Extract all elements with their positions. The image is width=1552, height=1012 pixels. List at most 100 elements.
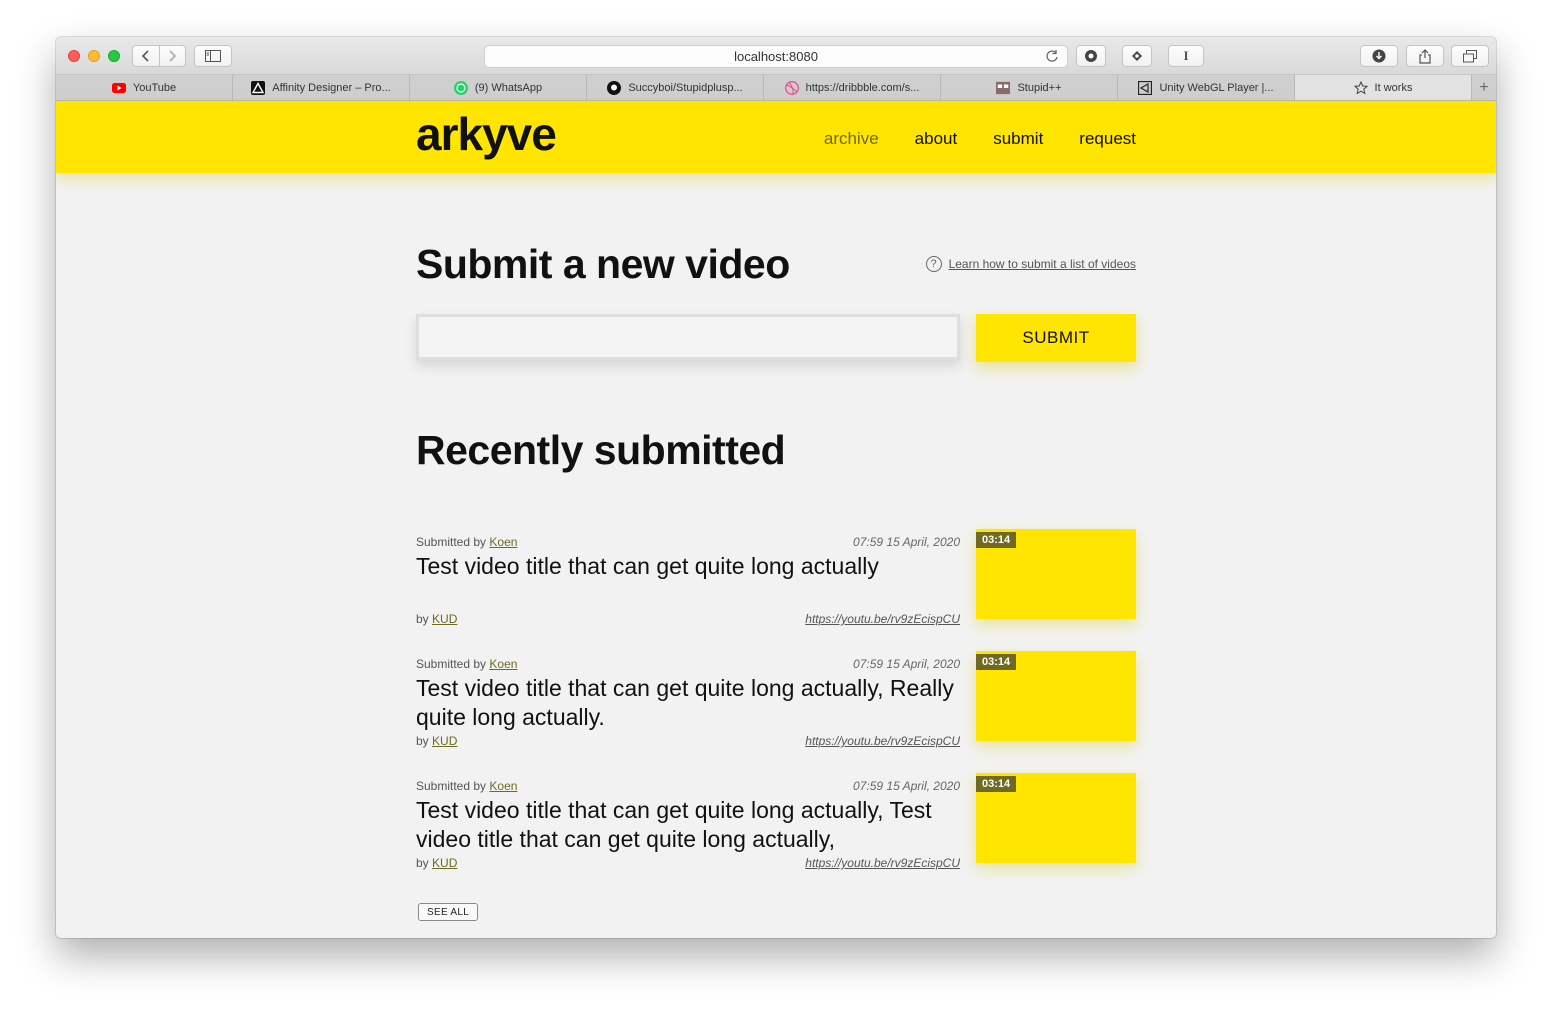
browser-tab[interactable]: Stupid++ <box>941 75 1118 100</box>
submitter-link[interactable]: Koen <box>489 779 517 793</box>
video-thumbnail[interactable]: 03:14 <box>976 529 1136 619</box>
submission-date: 07:59 15 April, 2020 <box>853 657 960 671</box>
sidebar-toggle-button[interactable] <box>194 45 232 67</box>
entry-meta: Submitted by Koen 07:59 15 April, 2020 <box>416 657 960 671</box>
extension-button-2[interactable] <box>1122 45 1152 67</box>
submitted-by: Submitted by Koen <box>416 535 517 549</box>
browser-tab[interactable]: Unity WebGL Player |... <box>1118 75 1295 100</box>
browser-tab[interactable]: Succyboi/Stupidplusp... <box>587 75 764 100</box>
nav-archive[interactable]: archive <box>824 129 879 149</box>
by-prefix: by <box>416 856 429 870</box>
tab-bar: YouTube Affinity Designer – Pro... (9) W… <box>56 75 1496 101</box>
recent-heading: Recently submitted <box>416 427 786 473</box>
video-link[interactable]: https://youtu.be/rv9zEcispCU <box>805 856 960 870</box>
by-prefix: by <box>416 612 429 626</box>
new-tab-button[interactable]: + <box>1472 75 1496 100</box>
title-bar: localhost:8080 I <box>56 37 1496 75</box>
entry-footer: by KUD https://youtu.be/rv9zEcispCU <box>416 612 960 626</box>
video-thumbnail[interactable]: 03:14 <box>976 773 1136 863</box>
nav-submit[interactable]: submit <box>993 129 1043 149</box>
dribbble-icon <box>784 80 799 95</box>
entry-footer: by KUD https://youtu.be/rv9zEcispCU <box>416 856 960 870</box>
duration-badge: 03:14 <box>976 776 1017 792</box>
tab-label: Succyboi/Stupidplusp... <box>628 81 743 94</box>
browser-tab-active[interactable]: It works <box>1295 75 1472 100</box>
reload-icon[interactable] <box>1045 49 1059 63</box>
tabs-overview-icon <box>1463 49 1477 62</box>
chevron-right-icon <box>169 50 177 62</box>
author-link[interactable]: KUD <box>432 856 457 870</box>
video-url-input[interactable] <box>416 314 960 360</box>
author-link[interactable]: KUD <box>432 612 457 626</box>
entry-footer: by KUD https://youtu.be/rv9zEcispCU <box>416 734 960 748</box>
help-link[interactable]: ? Learn how to submit a list of videos <box>925 256 1136 272</box>
author-link[interactable]: KUD <box>432 734 457 748</box>
text-cursor-icon: I <box>1183 48 1189 63</box>
browser-tab[interactable]: YouTube <box>56 75 233 100</box>
by-prefix: by <box>416 734 429 748</box>
entry-meta: Submitted by Koen 07:59 15 April, 2020 <box>416 535 960 549</box>
submitter-link[interactable]: Koen <box>489 657 517 671</box>
question-icon: ? <box>925 256 942 272</box>
author-line: by KUD <box>416 734 457 748</box>
tab-label: Unity WebGL Player |... <box>1159 81 1274 94</box>
submitted-by: Submitted by Koen <box>416 657 517 671</box>
video-entry: Submitted by Koen 07:59 15 April, 2020 T… <box>416 773 1136 870</box>
browser-tab[interactable]: https://dribbble.com/s... <box>764 75 941 100</box>
zoom-window-button[interactable] <box>108 50 120 62</box>
chevron-left-icon <box>141 50 149 62</box>
extension-button-3[interactable]: I <box>1168 45 1204 67</box>
history-nav <box>132 45 186 67</box>
forward-button[interactable] <box>160 46 186 66</box>
video-title[interactable]: Test video title that can get quite long… <box>416 796 960 854</box>
browser-window: localhost:8080 I YouTube Affinity Design… <box>56 37 1496 938</box>
unity-icon <box>1138 80 1153 95</box>
submitter-link[interactable]: Koen <box>489 535 517 549</box>
site-logo[interactable]: arkyve <box>416 107 557 161</box>
extension-button-1[interactable] <box>1076 45 1106 67</box>
stupidpp-icon <box>996 81 1011 95</box>
plus-icon: + <box>1479 78 1489 96</box>
video-thumbnail[interactable]: 03:14 <box>976 651 1136 741</box>
entry-meta: Submitted by Koen 07:59 15 April, 2020 <box>416 779 960 793</box>
tab-label: YouTube <box>132 81 177 94</box>
video-link[interactable]: https://youtu.be/rv9zEcispCU <box>805 612 960 626</box>
minimize-window-button[interactable] <box>88 50 100 62</box>
whatsapp-icon <box>453 80 468 95</box>
submit-button[interactable]: SUBMIT <box>976 314 1136 362</box>
duration-badge: 03:14 <box>976 654 1017 670</box>
tab-label: Stupid++ <box>1017 81 1062 94</box>
nav-about[interactable]: about <box>915 129 958 149</box>
tab-label: (9) WhatsApp <box>474 81 543 94</box>
back-button[interactable] <box>133 46 160 66</box>
tab-overview-button[interactable] <box>1451 45 1489 67</box>
github-icon <box>607 80 622 95</box>
video-entry: Submitted by Koen 07:59 15 April, 2020 T… <box>416 529 1136 626</box>
browser-tab[interactable]: Affinity Designer – Pro... <box>233 75 410 100</box>
submitted-prefix: Submitted by <box>416 535 487 549</box>
video-title[interactable]: Test video title that can get quite long… <box>416 674 960 732</box>
share-icon <box>1419 48 1431 64</box>
see-all-button[interactable]: SEE ALL <box>418 903 479 921</box>
help-link-label: Learn how to submit a list of videos <box>948 257 1136 271</box>
video-title[interactable]: Test video title that can get quite long… <box>416 552 960 581</box>
downloads-button[interactable] <box>1360 45 1398 67</box>
tab-label: Affinity Designer – Pro... <box>272 81 391 94</box>
affinity-icon <box>251 80 266 95</box>
nav-request[interactable]: request <box>1079 129 1136 149</box>
video-link[interactable]: https://youtu.be/rv9zEcispCU <box>805 734 960 748</box>
youtube-icon <box>111 81 126 95</box>
submitted-by: Submitted by Koen <box>416 779 517 793</box>
sidebar-icon <box>205 50 221 62</box>
browser-tab[interactable]: (9) WhatsApp <box>410 75 587 100</box>
main-nav: archive about submit request <box>824 129 1136 149</box>
close-window-button[interactable] <box>68 50 80 62</box>
shield-extension-icon <box>1085 50 1097 62</box>
share-button[interactable] <box>1406 45 1444 67</box>
duration-badge: 03:14 <box>976 532 1017 548</box>
address-bar[interactable]: localhost:8080 <box>484 45 1068 68</box>
download-icon <box>1372 49 1386 63</box>
tab-label: https://dribbble.com/s... <box>805 81 920 94</box>
submitted-prefix: Submitted by <box>416 779 487 793</box>
star-icon <box>1353 80 1368 95</box>
